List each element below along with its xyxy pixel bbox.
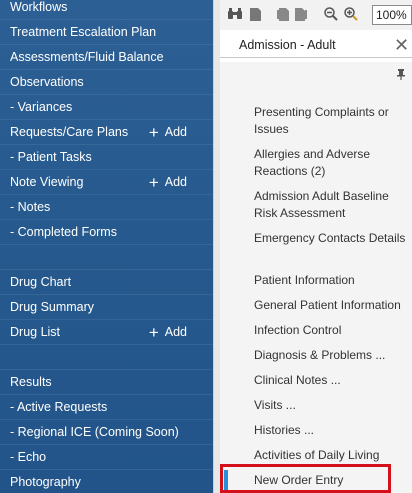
nav-drug-chart[interactable]: Drug Chart <box>0 270 213 295</box>
nav-label: - Completed Forms <box>10 225 117 239</box>
pane-splitter[interactable] <box>213 0 220 493</box>
nav-observations[interactable]: Observations <box>0 70 213 95</box>
add-label: Add <box>164 175 187 189</box>
list-item-emergency-contacts[interactable]: Emergency Contacts Details <box>254 230 410 247</box>
nav-spacer <box>0 245 213 270</box>
document-icon[interactable] <box>248 7 262 21</box>
add-requests-button[interactable]: + Add <box>149 124 187 141</box>
list-item-activities-daily-living[interactable]: Activities of Daily Living <box>254 447 410 464</box>
nav-active-requests[interactable]: - Active Requests <box>0 395 213 420</box>
close-icon[interactable]: ✕ <box>394 35 409 55</box>
nav-spacer <box>0 345 213 370</box>
panel-body: Presenting Complaints or Issues Allergie… <box>220 62 412 493</box>
nav-drug-list[interactable]: Drug List + Add <box>0 320 213 345</box>
nav-label: Requests/Care Plans <box>10 125 129 139</box>
list-item-baseline-risk[interactable]: Admission Adult Baseline Risk Assessment <box>254 188 410 222</box>
list-item-diagnosis-problems[interactable]: Diagnosis & Problems ... <box>254 347 410 364</box>
binoculars-icon[interactable] <box>228 7 242 21</box>
zoom-in-icon[interactable] <box>344 7 358 21</box>
panel-header: Admission - Adult ✕ <box>220 33 412 58</box>
add-label: Add <box>164 325 187 339</box>
nav-patient-tasks[interactable]: - Patient Tasks <box>0 145 213 170</box>
nav-completed-forms[interactable]: - Completed Forms <box>0 220 213 245</box>
add-label: Add <box>164 125 187 139</box>
nav-drug-summary[interactable]: Drug Summary <box>0 295 213 320</box>
nav-photography[interactable]: Photography <box>0 470 213 493</box>
nav-label: - Patient Tasks <box>10 150 92 164</box>
nav-results[interactable]: Results <box>0 370 213 395</box>
left-navigation: Workflows Treatment Escalation Plan Asse… <box>0 0 213 493</box>
nav-notes[interactable]: - Notes <box>0 195 213 220</box>
admission-panel: 100% Admission - Adult ✕ Presenting Comp… <box>220 0 412 493</box>
plus-icon: + <box>148 122 159 142</box>
add-drug-button[interactable]: + Add <box>149 324 187 341</box>
nav-requests-care-plans[interactable]: Requests/Care Plans + Add <box>0 120 213 145</box>
plus-icon: + <box>148 172 159 192</box>
nav-label: Observations <box>10 75 84 89</box>
nav-label: - Regional ICE (Coming Soon) <box>10 425 179 439</box>
nav-label: Treatment Escalation Plan <box>10 25 157 39</box>
nav-label: Results <box>10 375 52 389</box>
nav-label: Drug Chart <box>10 275 72 289</box>
zoom-level-field[interactable]: 100% <box>372 5 412 25</box>
nav-label: Workflows <box>10 0 68 14</box>
list-item-histories[interactable]: Histories ... <box>254 422 410 439</box>
list-item-allergies[interactable]: Allergies and Adverse Reactions (2) <box>254 146 410 180</box>
nav-echo[interactable]: - Echo <box>0 445 213 470</box>
nav-label: Assessments/Fluid Balance <box>10 50 164 64</box>
nav-assessments-fluid-balance[interactable]: Assessments/Fluid Balance <box>0 45 213 70</box>
nav-note-viewing[interactable]: Note Viewing + Add <box>0 170 213 195</box>
pin-icon[interactable] <box>397 69 405 83</box>
list-item-patient-information[interactable]: Patient Information <box>254 272 410 289</box>
nav-label: - Notes <box>10 200 51 214</box>
toolbar: 100% <box>220 0 412 30</box>
zoom-out-icon[interactable] <box>324 7 338 21</box>
nav-label: Drug Summary <box>10 300 95 314</box>
nav-label: - Echo <box>10 450 47 464</box>
page-next-icon[interactable] <box>294 7 308 21</box>
list-item-general-patient-info[interactable]: General Patient Information <box>254 297 410 314</box>
panel-title: Admission - Adult <box>239 38 336 52</box>
nav-label: - Variances <box>10 100 73 114</box>
nav-label: Drug List <box>10 325 61 339</box>
nav-regional-ice[interactable]: - Regional ICE (Coming Soon) <box>0 420 213 445</box>
list-item-infection-control[interactable]: Infection Control <box>254 322 410 339</box>
highlight-annotation <box>220 464 391 493</box>
nav-label: - Active Requests <box>10 400 108 414</box>
zoom-level-value: 100% <box>376 8 407 22</box>
list-item-presenting-complaints[interactable]: Presenting Complaints or Issues <box>254 104 410 138</box>
list-item-clinical-notes[interactable]: Clinical Notes ... <box>254 372 410 389</box>
nav-variances[interactable]: - Variances <box>0 95 213 120</box>
nav-treatment-escalation-plan[interactable]: Treatment Escalation Plan <box>0 20 213 45</box>
nav-label: Note Viewing <box>10 175 84 189</box>
nav-workflows[interactable]: Workflows <box>0 0 213 20</box>
list-item-visits[interactable]: Visits ... <box>254 397 410 414</box>
page-prev-icon[interactable] <box>276 7 290 21</box>
plus-icon: + <box>148 322 159 342</box>
nav-label: Photography <box>10 475 81 489</box>
add-note-button[interactable]: + Add <box>149 174 187 191</box>
